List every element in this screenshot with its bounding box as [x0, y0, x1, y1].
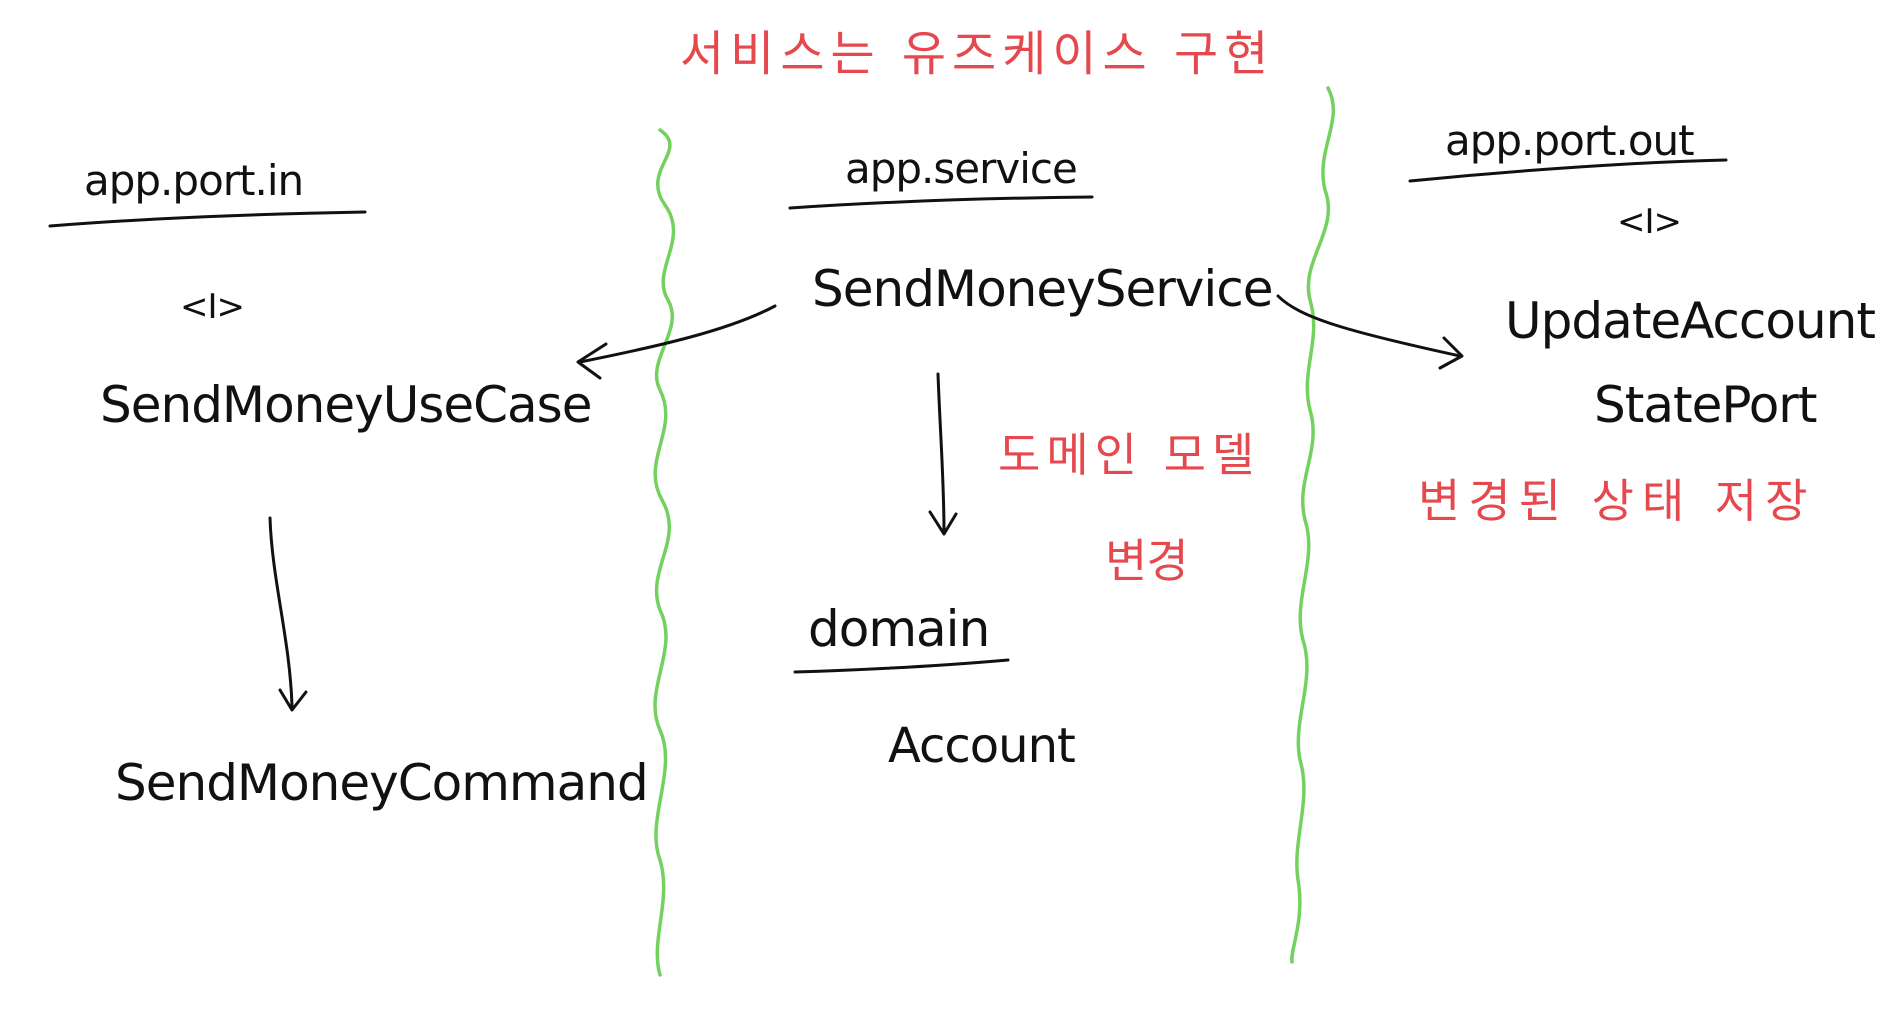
service-note-line1: 도메인 모델 — [998, 428, 1261, 482]
domain-class-label: Account — [888, 718, 1076, 774]
arrow-service-to-usecase — [578, 304, 777, 364]
service-package-label: app.service — [845, 144, 1078, 193]
command-label: SendMoneyCommand — [115, 754, 649, 812]
arrow-usecase-to-command — [268, 516, 294, 708]
port-out-package-label: app.port.out — [1445, 116, 1695, 165]
arrow-service-to-domain — [936, 372, 946, 534]
service-underline — [788, 195, 1094, 210]
port-out-label-line2: StatePort — [1594, 376, 1817, 434]
port-out-interface-marker: <I> — [1617, 202, 1682, 242]
service-label: SendMoneyService — [812, 260, 1273, 318]
diagram-title: 서비스는 유즈케이스 구현 — [680, 26, 1275, 82]
port-out-note: 변경된 상태 저장 — [1418, 474, 1816, 528]
divider-right — [1290, 86, 1335, 964]
port-in-interface-marker: <I> — [180, 287, 245, 327]
divider-left — [653, 128, 676, 977]
diagram-canvas: 서비스는 유즈케이스 구현 app.port.in <I> SendMoneyU… — [0, 0, 1904, 1014]
service-note-line2: 변경 — [1105, 534, 1189, 588]
domain-package-label: domain — [808, 600, 990, 658]
usecase-label: SendMoneyUseCase — [100, 376, 592, 434]
port-in-package-label: app.port.in — [84, 156, 304, 205]
port-out-label-line1: UpdateAccount — [1505, 292, 1876, 350]
arrow-service-to-port-out — [1276, 294, 1462, 358]
domain-underline — [793, 658, 1010, 674]
port-in-underline — [48, 210, 367, 228]
